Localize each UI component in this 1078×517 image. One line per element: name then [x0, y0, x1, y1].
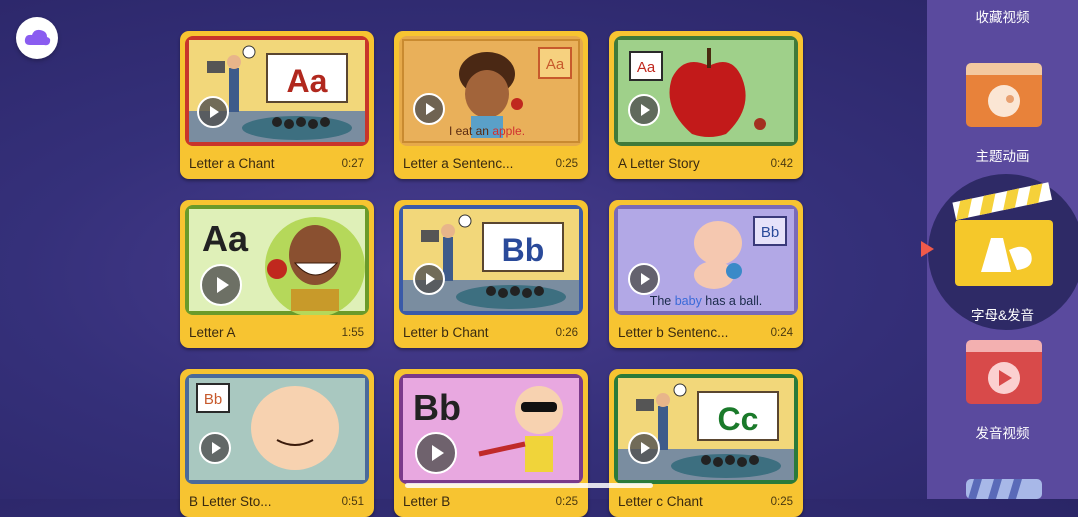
video-duration: 0:27: [341, 158, 364, 170]
video-card[interactable]: Bb B Letter Sto... 0:51: [180, 369, 374, 517]
sidebar-item-pronunciation-video[interactable]: 发音视频: [927, 422, 1078, 442]
video-title: B Letter Sto...: [189, 494, 272, 509]
video-card[interactable]: Bb The baby has a ball. Letter b Sentenc…: [609, 200, 803, 348]
play-icon[interactable]: [415, 432, 457, 474]
play-icon[interactable]: [628, 94, 660, 126]
video-thumbnail: Aa: [185, 205, 369, 315]
video-title: Letter B: [403, 494, 451, 509]
sidebar-item-theme-animation[interactable]: 主题动画: [927, 145, 1078, 165]
theme-animation-icon[interactable]: [966, 63, 1042, 127]
caption-highlight: apple.: [492, 124, 525, 138]
video-card[interactable]: Bb Letter B 0:25: [394, 369, 588, 517]
video-thumbnail: Aa: [614, 36, 798, 146]
video-title: Letter c Chant: [618, 494, 703, 509]
letter-card-text: Cc: [718, 401, 759, 437]
video-title: Letter b Chant: [403, 325, 489, 340]
sidebar-item-letters-phonics[interactable]: 字母&发音: [927, 304, 1078, 324]
play-icon[interactable]: [628, 263, 660, 295]
more-category-icon[interactable]: [966, 479, 1042, 499]
video-thumbnail: Cc: [614, 374, 798, 484]
letter-badge-text: Bb: [761, 224, 779, 241]
letter-card-text: Aa: [287, 63, 328, 99]
video-card[interactable]: Aa Letter a Chant 0:27: [180, 31, 374, 179]
caption-text: The: [650, 294, 675, 308]
video-thumbnail: Aa: [185, 36, 369, 146]
video-title: Letter a Chant: [189, 156, 275, 171]
caption-highlight: baby: [675, 294, 703, 308]
play-icon[interactable]: [200, 264, 242, 306]
play-icon[interactable]: [199, 432, 231, 464]
video-thumbnail: Bb The baby has a ball.: [614, 205, 798, 315]
video-title: Letter b Sentenc...: [618, 325, 729, 340]
video-thumbnail: Bb: [185, 374, 369, 484]
play-icon[interactable]: [413, 93, 445, 125]
video-title: A Letter Story: [618, 156, 700, 171]
video-thumbnail: Bb: [399, 205, 583, 315]
video-card[interactable]: Aa Letter A 1:55: [180, 200, 374, 348]
letter-badge-text: Aa: [637, 59, 656, 76]
video-duration: 0:26: [555, 327, 578, 339]
letter-card-text: Aa: [202, 218, 249, 259]
play-icon[interactable]: [197, 96, 229, 128]
letter-card-text: Bb: [413, 387, 461, 428]
video-duration: 0:24: [770, 327, 793, 339]
back-button[interactable]: [16, 17, 58, 59]
video-card[interactable]: Aa A Letter Story 0:42: [609, 31, 803, 179]
video-duration: 0:25: [555, 496, 578, 508]
sidebar-item-favorites[interactable]: 收藏视频: [927, 6, 1078, 26]
video-card[interactable]: Cc Letter c Chant 0:25: [609, 369, 803, 517]
caption-text: I eat an: [449, 124, 492, 138]
active-indicator-icon: [921, 241, 934, 257]
svg-text:The baby has a ball.: The baby has a ball.: [650, 294, 763, 308]
video-card[interactable]: Aa I eat an apple. Letter a Sentenc... 0…: [394, 31, 588, 179]
caption-text: has a ball.: [702, 294, 762, 308]
play-icon[interactable]: [413, 263, 445, 295]
svg-text:I eat an apple.: I eat an apple.: [449, 124, 525, 138]
video-duration: 0:25: [555, 158, 578, 170]
video-title: Letter a Sentenc...: [403, 156, 514, 171]
play-icon[interactable]: [628, 432, 660, 464]
video-title: Letter A: [189, 325, 236, 340]
letters-phonics-icon[interactable]: [951, 180, 1055, 290]
video-card[interactable]: Bb Letter b Chant 0:26: [394, 200, 588, 348]
home-indicator[interactable]: [405, 483, 653, 488]
video-duration: 0:42: [770, 158, 793, 170]
letter-badge-text: Bb: [204, 391, 222, 408]
letter-card-text: Bb: [502, 232, 545, 268]
letter-badge-text: Aa: [546, 56, 565, 73]
video-duration: 0:51: [341, 496, 364, 508]
video-thumbnail: Bb: [399, 374, 583, 484]
pronunciation-video-icon[interactable]: [966, 340, 1042, 404]
video-duration: 0:25: [770, 496, 793, 508]
video-duration: 1:55: [341, 327, 364, 339]
video-thumbnail: Aa I eat an apple.: [399, 36, 583, 146]
cloud-back-icon: [24, 29, 51, 46]
